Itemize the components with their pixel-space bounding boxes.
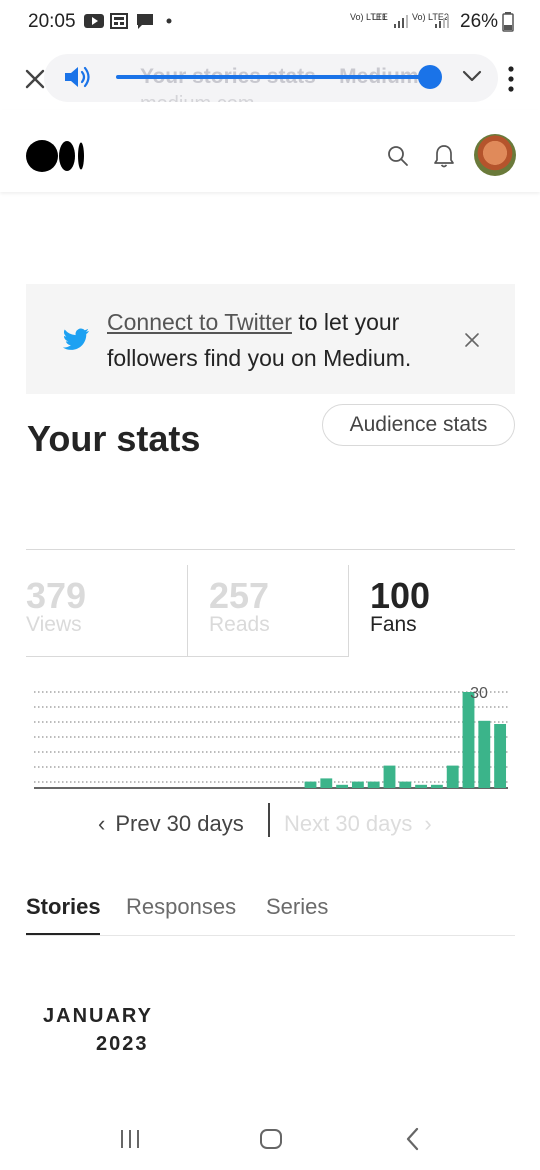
story-tabs: Stories Responses Series — [26, 890, 515, 936]
browser-toolbar: Your stories stats – Medium medium.com — [0, 44, 540, 110]
metric-tab-reads[interactable]: 257 Reads — [188, 565, 349, 657]
prev-30-days-button[interactable]: ‹ Prev 30 days — [98, 811, 244, 837]
metric-label: Fans — [370, 613, 417, 636]
bell-icon[interactable] — [432, 143, 456, 169]
chart-max-label: 30 — [470, 685, 488, 702]
tab-series[interactable]: Series — [266, 894, 328, 920]
chart-bar[interactable] — [304, 781, 317, 788]
chart-bar[interactable] — [351, 781, 364, 788]
youtube-notification-icon — [84, 14, 104, 28]
overflow-menu-icon[interactable] — [506, 66, 516, 92]
pager-divider — [268, 803, 270, 837]
home-icon[interactable] — [259, 1127, 283, 1151]
twitter-banner-text: Connect to Twitter to let your followers… — [107, 304, 467, 376]
status-bar: 20:05 Vo) LTE1 LTE Vo) LTE2 26% — [0, 0, 540, 44]
chevron-down-icon[interactable] — [460, 66, 484, 86]
chart-bar[interactable] — [383, 765, 396, 788]
chart-bar[interactable] — [367, 781, 380, 788]
metric-tab-views[interactable]: 379 Views — [26, 565, 188, 657]
chevron-left-icon: ‹ — [98, 811, 106, 836]
connect-twitter-link[interactable]: Connect to Twitter — [107, 309, 292, 335]
audience-stats-button[interactable]: Audience stats — [322, 404, 515, 446]
status-time: 20:05 — [28, 11, 76, 32]
chart-bar[interactable] — [494, 724, 507, 788]
prev-30-days-label: Prev 30 days — [115, 811, 244, 836]
tab-stories[interactable]: Stories — [26, 894, 101, 920]
year-heading: 2023 — [96, 1033, 149, 1055]
divider — [26, 549, 515, 550]
page-domain: medium.com — [140, 93, 254, 102]
chart-bar[interactable] — [478, 720, 491, 788]
medium-logo[interactable] — [26, 140, 86, 172]
site-header — [0, 110, 540, 192]
chart-bar[interactable] — [320, 778, 333, 788]
volume-slider-thumb[interactable] — [418, 65, 442, 89]
tab-responses[interactable]: Responses — [126, 894, 236, 920]
avatar[interactable] — [474, 134, 516, 176]
volume-icon[interactable] — [62, 62, 92, 92]
chart-bar[interactable] — [462, 692, 475, 788]
battery-icon — [502, 12, 514, 32]
fans-bar-chart: 30 — [34, 685, 508, 789]
signal2-icon — [435, 15, 449, 28]
chart-bar[interactable] — [446, 765, 459, 788]
next-30-days-button[interactable]: Next 30 days › — [284, 811, 432, 837]
message-notification-icon — [137, 14, 153, 29]
chart-bar[interactable] — [336, 784, 349, 788]
signal-icon — [394, 15, 408, 28]
metric-value: 379 — [26, 575, 87, 616]
chart-bar[interactable] — [415, 784, 428, 788]
back-icon[interactable] — [404, 1127, 422, 1151]
twitter-banner: Connect to Twitter to let your followers… — [26, 284, 515, 394]
close-icon[interactable] — [464, 332, 480, 348]
metric-tab-fans[interactable]: 100 Fans — [349, 565, 515, 657]
metric-value: 100 — [370, 575, 431, 616]
lte-indicator: LTE — [372, 12, 388, 22]
volume-slider-track[interactable] — [116, 75, 432, 79]
chart-bar[interactable] — [430, 784, 443, 788]
metric-label: Views — [26, 613, 82, 636]
page-title: Your stats — [27, 418, 201, 459]
battery-percent: 26% — [460, 11, 499, 32]
next-30-days-label: Next 30 days — [284, 811, 413, 836]
month-heading: JANUARY — [43, 1005, 153, 1027]
twitter-icon — [62, 328, 89, 350]
chevron-right-icon: › — [424, 811, 432, 836]
chart-bar[interactable] — [399, 781, 412, 788]
metric-label: Reads — [209, 613, 270, 636]
search-icon[interactable] — [386, 144, 410, 168]
news-notification-icon — [110, 13, 128, 29]
recent-apps-icon[interactable] — [118, 1128, 142, 1150]
metric-value: 257 — [209, 575, 270, 616]
more-notifications-dot-icon — [166, 18, 172, 24]
active-tab-indicator — [26, 933, 100, 935]
